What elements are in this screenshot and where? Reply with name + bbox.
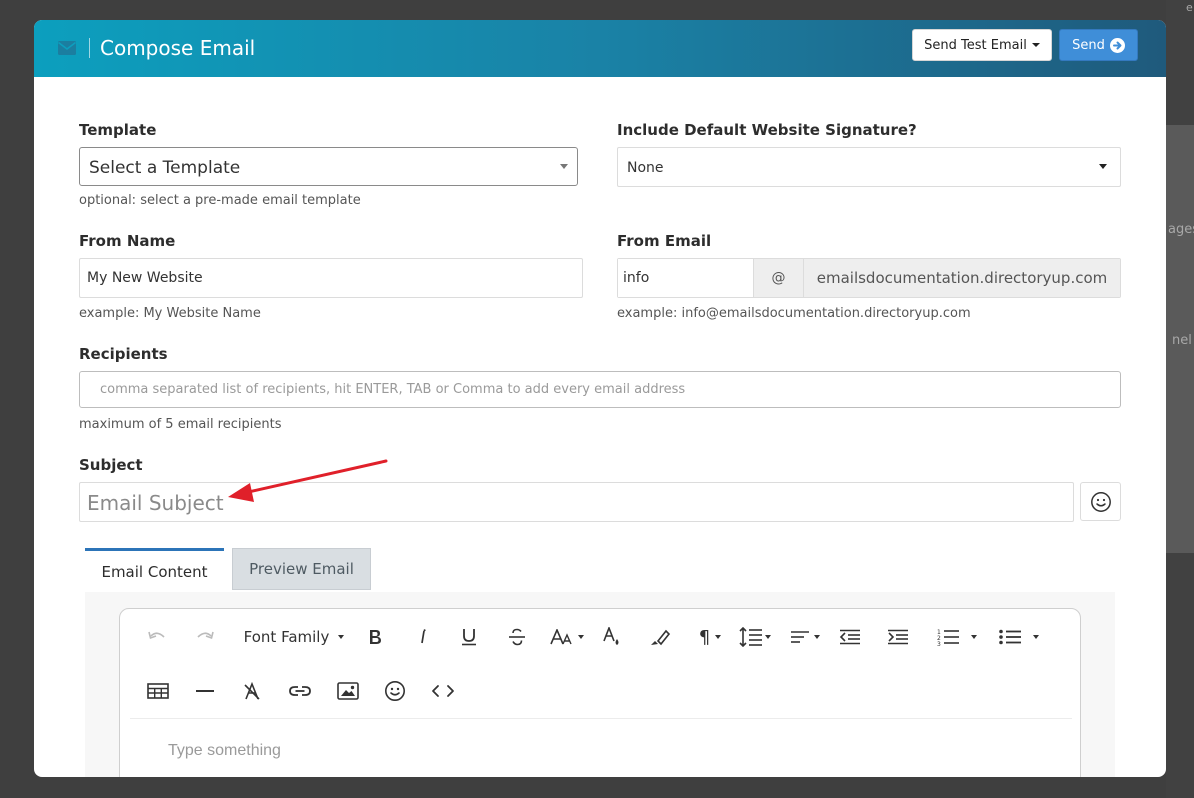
- horizontal-line-icon[interactable]: [194, 677, 216, 705]
- chevron-down-icon: [715, 635, 722, 639]
- from-email-label: From Email: [617, 232, 712, 250]
- chevron-down-icon: [765, 635, 771, 639]
- line-height-icon[interactable]: [736, 623, 774, 651]
- pilcrow-glyph: ¶: [698, 626, 711, 648]
- template-label: Template: [79, 121, 157, 139]
- underline-icon[interactable]: [458, 623, 480, 651]
- template-select[interactable]: Select a Template: [79, 147, 578, 186]
- font-family-label: Font Family: [243, 628, 330, 646]
- undo-icon[interactable]: [146, 623, 168, 651]
- dropdown-arrow-icon: [1099, 164, 1107, 169]
- svg-text:3: 3: [937, 641, 941, 646]
- subject-input[interactable]: Email Subject: [79, 482, 1074, 522]
- indent-icon[interactable]: [886, 623, 910, 651]
- from-email-group: info @ emailsdocumentation.directoryup.c…: [617, 258, 1121, 298]
- emoji-picker-button[interactable]: [1080, 482, 1121, 521]
- unordered-list-icon[interactable]: [994, 623, 1044, 651]
- ordered-list-icon[interactable]: 123: [932, 623, 982, 651]
- from-email-help: example: info@emailsdocumentation.direct…: [617, 306, 971, 321]
- compose-email-modal: Compose Email Send Test Email Send Templ…: [34, 20, 1166, 777]
- signature-select[interactable]: None: [617, 147, 1121, 187]
- modal-header: Compose Email Send Test Email Send: [34, 20, 1166, 77]
- text-color-icon[interactable]: [600, 623, 624, 651]
- chevron-down-icon: [578, 635, 584, 639]
- signature-select-value: None: [627, 160, 664, 176]
- envelope-icon: [58, 41, 76, 55]
- image-icon[interactable]: [336, 677, 360, 705]
- tab-email-content[interactable]: Email Content: [85, 548, 224, 592]
- send-test-email-label: Send Test Email: [924, 37, 1027, 53]
- editor-placeholder[interactable]: Type something: [168, 742, 281, 760]
- template-help: optional: select a pre-made email templa…: [79, 193, 361, 208]
- subject-placeholder: Email Subject: [87, 491, 224, 515]
- from-email-user-value: info: [623, 270, 650, 286]
- emoticon-icon[interactable]: [383, 677, 407, 705]
- from-name-help: example: My Website Name: [79, 306, 261, 321]
- recipients-label: Recipients: [79, 345, 168, 363]
- paragraph-format-icon[interactable]: ¶: [692, 623, 728, 651]
- send-button[interactable]: Send: [1059, 29, 1138, 61]
- recipients-input[interactable]: comma separated list of recipients, hit …: [79, 371, 1121, 408]
- code-view-icon[interactable]: [430, 677, 456, 705]
- bold-icon[interactable]: [364, 623, 386, 651]
- chevron-down-icon: [338, 635, 345, 639]
- backdrop-text: ages: [1168, 222, 1194, 237]
- highlight-icon[interactable]: [648, 623, 672, 651]
- table-icon[interactable]: [146, 677, 170, 705]
- subject-label: Subject: [79, 456, 143, 474]
- chevron-down-icon: [971, 635, 977, 639]
- redo-icon[interactable]: [194, 623, 216, 651]
- from-email-domain: emailsdocumentation.directoryup.com: [804, 259, 1120, 297]
- tab-preview-email[interactable]: Preview Email: [232, 548, 371, 590]
- modal-title: Compose Email: [100, 36, 256, 60]
- chevron-down-icon: [1031, 43, 1040, 47]
- recipients-help: maximum of 5 email recipients: [79, 417, 282, 432]
- backdrop-text: e: [1186, 1, 1193, 14]
- link-icon[interactable]: [288, 677, 312, 705]
- send-label: Send: [1072, 37, 1105, 53]
- dropdown-arrow-icon: [560, 164, 568, 169]
- outdent-icon[interactable]: [838, 623, 862, 651]
- backdrop-text: nel: [1172, 333, 1192, 348]
- font-size-icon[interactable]: [548, 623, 586, 651]
- strikethrough-icon[interactable]: [506, 623, 528, 651]
- from-name-label: From Name: [79, 232, 176, 250]
- chevron-down-icon: [814, 635, 820, 639]
- recipients-placeholder: comma separated list of recipients, hit …: [100, 382, 686, 397]
- italic-icon[interactable]: [412, 623, 434, 651]
- from-name-input[interactable]: My New Website: [79, 258, 583, 298]
- smiley-icon: [1090, 491, 1111, 512]
- font-family-dropdown[interactable]: Font Family: [238, 623, 350, 651]
- template-select-value: Select a Template: [89, 158, 241, 178]
- header-divider: [89, 38, 90, 58]
- from-email-user-input[interactable]: info: [618, 259, 754, 297]
- arrow-circle-right-icon: [1109, 37, 1125, 53]
- from-name-value: My New Website: [87, 270, 203, 286]
- clear-format-icon[interactable]: [241, 677, 263, 705]
- toolbar-divider: [130, 718, 1072, 719]
- align-icon[interactable]: [786, 623, 824, 651]
- rich-text-editor: Font Family ¶ 1 2 3 Type something: [119, 608, 1081, 777]
- chevron-down-icon: [1033, 635, 1039, 639]
- at-sign-addon: @: [754, 259, 804, 297]
- send-test-email-button[interactable]: Send Test Email: [912, 29, 1052, 61]
- signature-label: Include Default Website Signature?: [617, 121, 917, 139]
